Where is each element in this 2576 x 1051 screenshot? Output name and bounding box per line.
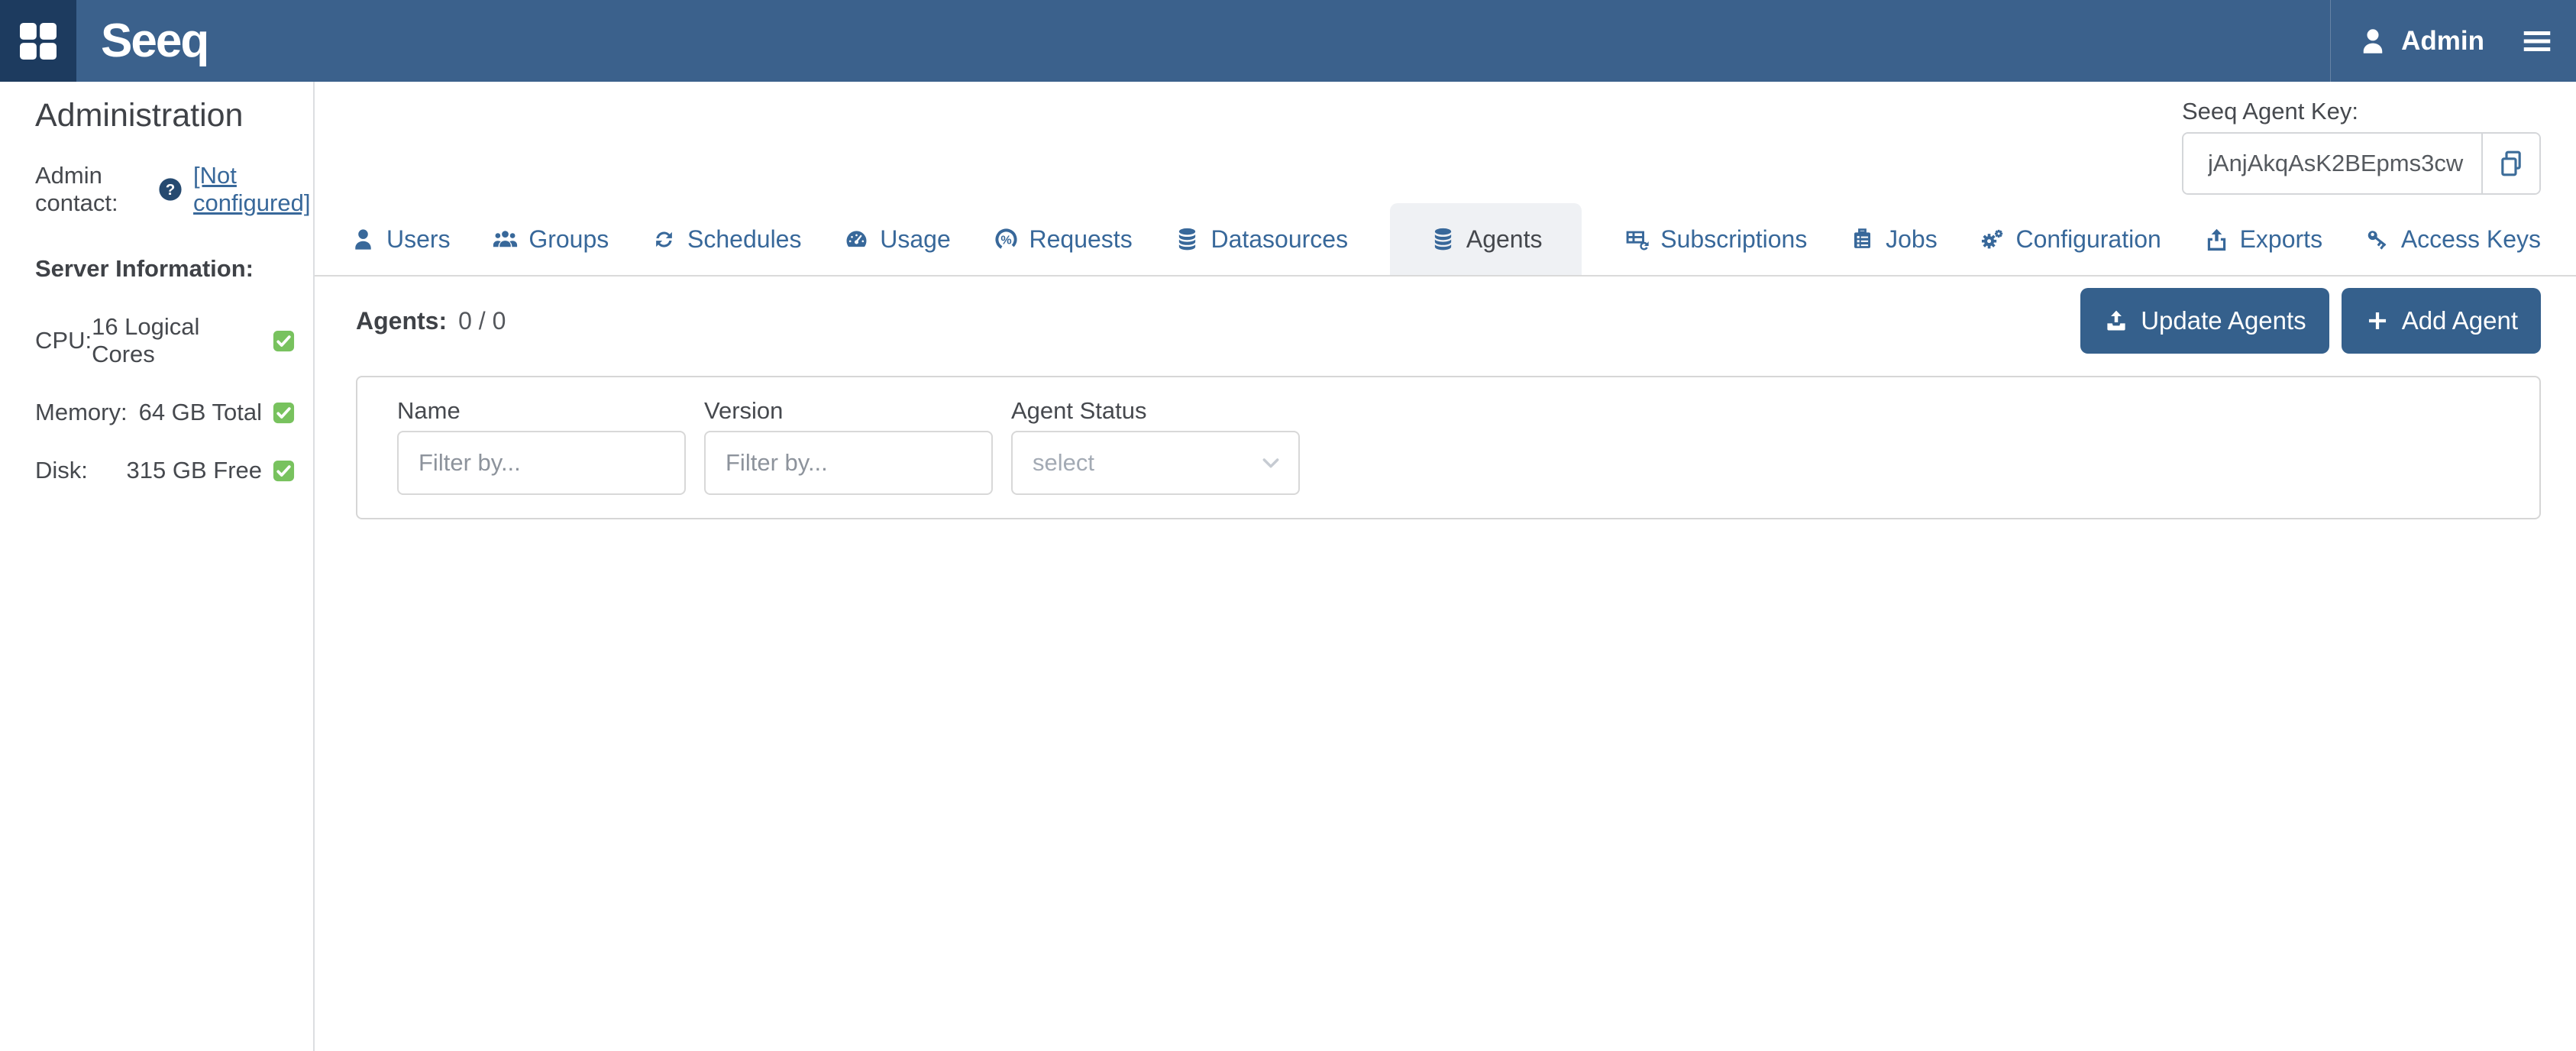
users-icon xyxy=(492,226,519,253)
question-circle-icon[interactable]: ? xyxy=(157,176,183,202)
admin-contact-row: Admin contact: ? [Not configured] xyxy=(35,162,313,217)
grid-icon xyxy=(14,17,63,66)
tab-users[interactable]: Users xyxy=(350,203,451,275)
agent-key-block: Seeq Agent Key: xyxy=(2182,98,2541,195)
tab-label: Jobs xyxy=(1886,225,1938,254)
agent-key-label: Seeq Agent Key: xyxy=(2182,98,2541,125)
version-filter-input[interactable] xyxy=(704,431,993,495)
top-navbar: Seeq Admin xyxy=(0,0,2576,82)
version-filter-label: Version xyxy=(704,397,993,425)
tab-label: Datasources xyxy=(1210,225,1348,254)
name-filter: Name xyxy=(397,397,686,495)
agents-count-value: 0 / 0 xyxy=(458,307,506,335)
agent-status-filter-label: Agent Status xyxy=(1011,397,1300,425)
hamburger-icon xyxy=(2519,24,2555,59)
database-icon xyxy=(1430,226,1456,253)
server-info-row-cpu: CPU:16 Logical Cores xyxy=(35,313,296,368)
user-menu-label: Admin xyxy=(2401,26,2484,57)
tab-label: Subscriptions xyxy=(1660,225,1807,254)
user-menu[interactable]: Admin xyxy=(2357,25,2484,57)
agent-status-select[interactable]: select xyxy=(1011,431,1300,495)
check-square-icon xyxy=(272,459,296,483)
agents-header: Agents: 0 / 0 Update Agents Add Agent xyxy=(356,288,2541,354)
admin-tabbar: Users Groups Schedules Usage% Requests Dataso… xyxy=(315,203,2576,276)
version-filter: Version xyxy=(704,397,993,495)
copy-agent-key-button[interactable] xyxy=(2481,134,2539,193)
tab-jobs[interactable]: Jobs xyxy=(1849,203,1938,275)
table-sync-icon xyxy=(1624,226,1650,253)
gauge-icon xyxy=(843,226,870,253)
copy-icon xyxy=(2496,148,2526,179)
tab-label: Users xyxy=(386,225,451,254)
server-info-list: CPU:16 Logical Cores Memory: 64 GB Total Di… xyxy=(35,313,313,484)
database-icon xyxy=(1174,226,1201,253)
export-icon xyxy=(2203,226,2230,253)
agents-count-label: Agents: xyxy=(356,307,447,335)
tab-label: Groups xyxy=(528,225,609,254)
app-launcher-button[interactable] xyxy=(0,0,76,82)
server-stat-value: 64 GB Total xyxy=(139,399,262,426)
agent-status-filter: Agent Status select xyxy=(1011,397,1300,495)
server-stat-value: 315 GB Free xyxy=(127,457,262,484)
admin-contact-label: Admin contact: xyxy=(35,162,147,217)
sync-icon xyxy=(651,226,677,253)
add-agent-button[interactable]: Add Agent xyxy=(2342,288,2541,354)
main-content: Seeq Agent Key: Users Groups Schedules Usag… xyxy=(315,82,2576,1051)
user-icon xyxy=(2357,25,2389,57)
tab-label: Exports xyxy=(2240,225,2322,254)
tab-groups[interactable]: Groups xyxy=(492,203,609,275)
tab-requests[interactable]: % Requests xyxy=(993,203,1133,275)
server-stat-label: Disk: xyxy=(35,457,88,484)
server-info-row-memory: Memory: 64 GB Total xyxy=(35,399,296,426)
tab-label: Requests xyxy=(1029,225,1133,254)
tab-label: Configuration xyxy=(2015,225,2161,254)
user-icon xyxy=(350,226,377,253)
update-agents-button[interactable]: Update Agents xyxy=(2080,288,2329,354)
plus-icon xyxy=(2364,308,2390,334)
admin-contact-link[interactable]: [Not configured] xyxy=(193,162,313,217)
tab-configuration[interactable]: Configuration xyxy=(1979,203,2161,275)
tab-access-keys[interactable]: Access Keys xyxy=(2364,203,2541,275)
upload-icon xyxy=(2103,308,2129,334)
tab-label: Schedules xyxy=(687,225,801,254)
name-filter-input[interactable] xyxy=(397,431,686,495)
check-square-icon xyxy=(272,329,296,353)
agent-key-input[interactable] xyxy=(2183,134,2481,193)
name-filter-label: Name xyxy=(397,397,686,425)
server-info-heading: Server Information: xyxy=(35,255,313,283)
percent-circle-icon: % xyxy=(993,226,1020,253)
navbar-right: Admin xyxy=(2330,0,2576,82)
tab-exports[interactable]: Exports xyxy=(2203,203,2322,275)
agent-status-select-value: select xyxy=(1033,449,1094,477)
server-info-row-disk: Disk: 315 GB Free xyxy=(35,457,296,484)
tab-label: Access Keys xyxy=(2401,225,2541,254)
tab-agents[interactable]: Agents xyxy=(1390,203,1582,275)
key-icon xyxy=(2364,226,2391,253)
tab-usage[interactable]: Usage xyxy=(843,203,951,275)
tab-label: Usage xyxy=(880,225,951,254)
hamburger-menu-button[interactable] xyxy=(2519,24,2555,59)
gears-icon xyxy=(1979,226,2006,253)
seeq-logo[interactable]: Seeq xyxy=(101,14,208,68)
tab-schedules[interactable]: Schedules xyxy=(651,203,801,275)
tab-label: Agents xyxy=(1466,225,1543,254)
chevron-down-icon xyxy=(1259,451,1283,475)
tab-datasources[interactable]: Datasources xyxy=(1174,203,1348,275)
tasks-icon xyxy=(1849,226,1876,253)
svg-text:%: % xyxy=(1000,233,1011,247)
server-stat-label: CPU: xyxy=(35,327,92,354)
check-square-icon xyxy=(272,401,296,425)
server-stat-label: Memory: xyxy=(35,399,128,426)
svg-text:?: ? xyxy=(166,181,176,199)
agents-filter-panel: Name Version Agent Status select xyxy=(356,376,2541,519)
server-stat-value: 16 Logical Cores xyxy=(92,313,262,368)
tab-subscriptions[interactable]: Subscriptions xyxy=(1624,203,1807,275)
admin-sidebar: Administration Admin contact: ? [Not con… xyxy=(0,82,315,1051)
page-title: Administration xyxy=(35,97,313,134)
